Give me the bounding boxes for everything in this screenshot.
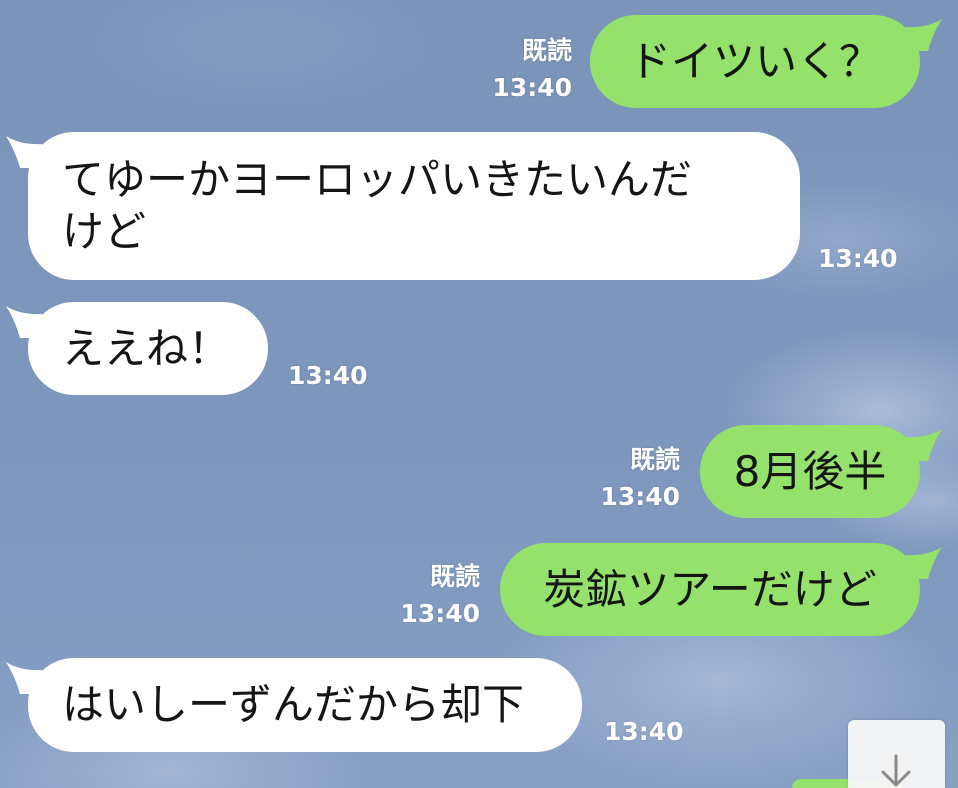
- message-meta: 13:40: [288, 357, 378, 394]
- message-text: 炭鉱ツアーだけど: [543, 564, 877, 614]
- message-text: ええね！: [62, 323, 231, 373]
- bubble-tail: [906, 547, 942, 579]
- message-meta: 既読 13:40: [592, 441, 680, 515]
- message-time: 13:40: [604, 717, 684, 746]
- bubble-tail: [906, 19, 942, 51]
- outgoing-message-bubble[interactable]: 炭鉱ツアーだけど: [500, 543, 942, 636]
- message-text: はいしーずんだから却下: [62, 680, 525, 729]
- incoming-message-bubble[interactable]: はいしーずんだから却下: [6, 658, 582, 752]
- bubble-tail: [906, 429, 942, 461]
- message-text: てゆーかヨーロッパいきたいんだ けど: [62, 155, 693, 256]
- message-time: 13:40: [288, 361, 368, 390]
- message-meta: 13:40: [604, 713, 694, 750]
- message-time: 13:40: [400, 599, 480, 628]
- outgoing-message-bubble[interactable]: ドイツいく？: [590, 15, 942, 108]
- read-receipt: 既読: [429, 562, 480, 591]
- read-receipt: 既読: [629, 445, 680, 474]
- arrow-down-icon: [878, 754, 914, 788]
- bubble-tail: [6, 662, 42, 694]
- incoming-message-bubble[interactable]: てゆーかヨーロッパいきたいんだ けど: [6, 132, 800, 280]
- read-receipt: 既読: [521, 36, 572, 65]
- message-text: 8月後半: [733, 446, 887, 496]
- scroll-to-bottom-button[interactable]: [848, 720, 945, 788]
- message-text: ドイツいく？: [628, 36, 881, 86]
- bubble-tail: [6, 136, 42, 168]
- message-time: 13:40: [492, 73, 572, 102]
- message-meta: 13:40: [818, 240, 908, 277]
- message-time: 13:40: [818, 244, 898, 273]
- message-meta: 既読 13:40: [392, 558, 480, 632]
- bubble-tail: [6, 306, 42, 338]
- incoming-message-bubble[interactable]: ええね！: [6, 302, 268, 395]
- message-meta: 既読 13:40: [484, 32, 572, 106]
- outgoing-message-bubble[interactable]: 8月後半: [700, 425, 942, 518]
- message-time: 13:40: [600, 482, 680, 511]
